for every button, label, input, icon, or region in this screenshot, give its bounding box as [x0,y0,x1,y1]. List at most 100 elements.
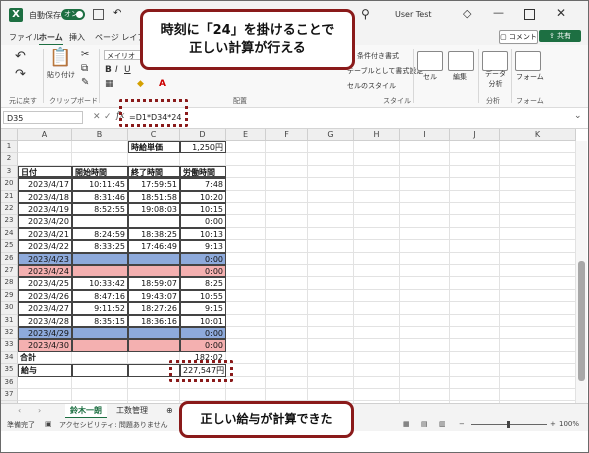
bold-icon[interactable]: B [105,65,112,75]
italic-icon[interactable]: I [115,65,118,75]
cell[interactable] [354,240,400,253]
cell[interactable] [18,141,72,154]
cell[interactable] [226,141,266,154]
table-cell-hours[interactable]: 10:15 [180,203,226,216]
cell[interactable] [400,165,450,179]
sheet-tab-suzuki[interactable]: 鈴木一朗 [65,404,107,419]
cell[interactable] [354,165,400,179]
form-button-label[interactable]: フォーム [516,72,544,82]
table-cell-hours[interactable]: 10:55 [180,289,226,303]
table-cell-start[interactable]: 8:52:55 [72,203,128,216]
cell[interactable] [354,376,400,389]
total-label[interactable]: 合計 [18,351,72,365]
table-cell-start[interactable]: 8:47:16 [72,289,128,303]
table-cell-start[interactable]: 8:33:25 [72,240,128,253]
cell[interactable] [500,203,576,216]
undo-icon[interactable]: ↶ [15,49,26,64]
table-cell-date[interactable]: 2023/4/28 [18,314,72,327]
cell[interactable] [354,215,400,228]
maximize-icon[interactable] [524,9,535,20]
table-cell-date[interactable]: 2023/4/18 [18,190,72,203]
cell[interactable] [226,327,266,340]
table-cell-date[interactable]: 2023/4/21 [18,227,72,241]
sheet-prev-icon[interactable]: ‹ [13,404,26,417]
cell[interactable] [354,153,400,166]
table-cell-end[interactable] [128,339,180,352]
cell[interactable] [226,190,266,203]
cell[interactable] [266,190,308,203]
cell[interactable] [226,215,266,228]
cell[interactable] [400,327,450,340]
cell[interactable] [354,339,400,352]
table-cell-date[interactable]: 2023/4/17 [18,178,72,191]
row-header[interactable]: 25 [1,240,18,253]
cell[interactable] [400,190,450,203]
row-header[interactable]: 35 [1,364,18,377]
cell[interactable] [500,389,576,402]
column-header-j[interactable]: J [450,129,500,141]
page-layout-view-icon[interactable]: ▤ [421,420,428,428]
column-header-i[interactable]: I [400,129,450,141]
sheet-next-icon[interactable]: › [33,404,46,417]
cell[interactable] [400,339,450,352]
table-cell-start[interactable] [72,327,128,340]
cell[interactable] [354,327,400,340]
comment-button[interactable]: ▢ コメント [499,30,538,44]
column-header-a[interactable]: A [18,129,72,141]
row-header[interactable]: 2 [1,153,18,166]
cell[interactable] [308,252,354,265]
cell[interactable] [266,227,308,241]
vertical-scrollbar[interactable] [576,141,587,403]
cell[interactable] [308,289,354,303]
table-cell-hours[interactable]: 10:20 [180,190,226,203]
cell[interactable] [354,364,400,377]
cell[interactable] [450,277,500,290]
format-painter-icon[interactable]: ✎ [81,77,89,88]
table-cell-date[interactable]: 2023/4/29 [18,327,72,340]
cell[interactable] [400,376,450,389]
cell[interactable] [266,376,308,389]
cell[interactable] [308,141,354,154]
table-cell-start[interactable] [72,339,128,352]
cell[interactable] [226,314,266,327]
table-cell-hours[interactable]: 8:25 [180,277,226,290]
table-cell-hours[interactable]: 10:01 [180,314,226,327]
table-header-cell[interactable]: 労働時間 [180,165,226,179]
cell[interactable] [450,351,500,365]
cell[interactable] [266,314,308,327]
autosave-toggle[interactable]: オン [61,9,85,20]
cell[interactable] [354,289,400,303]
cell[interactable] [450,203,500,216]
table-cell-start[interactable] [72,265,128,278]
cell[interactable] [450,314,500,327]
cell[interactable] [400,227,450,241]
row-header[interactable]: 28 [1,277,18,290]
cell[interactable] [308,178,354,191]
cell[interactable] [266,289,308,303]
border-icon[interactable]: ▦ [105,79,114,89]
row-header[interactable]: 24 [1,227,18,241]
macro-icon[interactable]: ▣ [45,420,52,428]
row-header[interactable]: 26 [1,252,18,265]
cell[interactable] [400,314,450,327]
cell[interactable] [500,289,576,303]
table-cell-hours[interactable]: 0:00 [180,215,226,228]
cell[interactable] [266,351,308,365]
table-header-cell[interactable]: 開始時間 [72,165,128,179]
cell[interactable] [308,314,354,327]
table-cell-end[interactable]: 18:27:26 [128,302,180,315]
cell[interactable] [500,215,576,228]
paste-label[interactable]: 貼り付け [47,70,75,80]
cell[interactable] [500,314,576,327]
cell[interactable] [266,240,308,253]
cell[interactable] [354,178,400,191]
cell[interactable] [354,203,400,216]
table-cell-hours[interactable]: 0:00 [180,265,226,278]
cell[interactable] [450,215,500,228]
cell[interactable] [266,141,308,154]
column-header-h[interactable]: H [354,129,400,141]
cell[interactable] [308,153,354,166]
cell[interactable] [266,327,308,340]
row-header[interactable]: 1 [1,141,18,154]
row-header[interactable]: 3 [1,165,18,179]
